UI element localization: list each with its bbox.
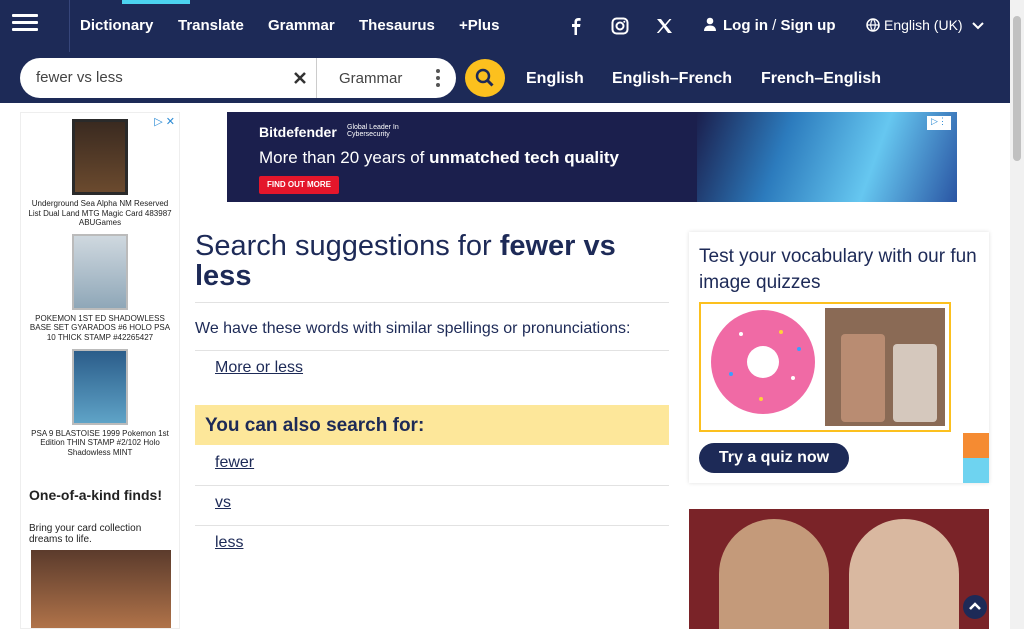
search-box xyxy=(20,58,316,98)
dictionary-selector-label: Grammar xyxy=(339,70,403,87)
left-advertisement[interactable]: ▷ ✕ Underground Sea Alpha NM Reserved Li… xyxy=(20,112,180,629)
ad-choices-icon[interactable]: ▷⋮ xyxy=(927,116,951,130)
ad-brand: Bitdefender xyxy=(259,124,337,140)
search-input[interactable] xyxy=(36,69,276,86)
clear-icon[interactable] xyxy=(290,68,310,88)
similar-words-intro: We have these words with similar spellin… xyxy=(195,320,631,337)
ad-promo-subtitle: Bring your card collection dreams to lif… xyxy=(29,523,142,545)
language-selector[interactable]: English (UK) xyxy=(866,17,985,33)
login-link[interactable]: Log in xyxy=(723,17,768,34)
dictionary-selector[interactable]: Grammar xyxy=(316,58,456,98)
ad-person-man xyxy=(719,519,829,629)
divider xyxy=(195,525,669,526)
nav-grammar[interactable]: Grammar xyxy=(268,17,335,34)
ad-headline-bold: unmatched tech quality xyxy=(429,148,619,167)
account-links: Log in / Sign up xyxy=(703,17,836,34)
nav-thesaurus[interactable]: Thesaurus xyxy=(359,17,435,34)
x-twitter-icon[interactable] xyxy=(654,17,674,35)
quiz-title: Test your vocabulary with our fun image … xyxy=(699,246,977,293)
divider xyxy=(195,485,669,486)
globe-icon xyxy=(866,18,880,32)
also-search-link[interactable]: fewer xyxy=(215,454,254,472)
divider xyxy=(195,302,669,303)
ad-headline-plain: More than 20 years of xyxy=(259,148,425,167)
pokemon-card-image xyxy=(72,233,128,310)
also-search-title: You can also search for: xyxy=(205,415,425,436)
ad-choices-icon[interactable]: ▷ ✕ xyxy=(154,115,175,128)
quiz-image[interactable] xyxy=(699,302,951,432)
ad-promo-image xyxy=(31,550,171,628)
quiz-image-donut-milkshake xyxy=(711,308,945,426)
nav-divider xyxy=(69,0,70,52)
back-to-top-button[interactable] xyxy=(963,595,987,619)
mtg-card-image xyxy=(72,119,128,195)
nav-plus[interactable]: +Plus xyxy=(459,17,499,34)
divider xyxy=(195,350,669,351)
signup-link[interactable]: Sign up xyxy=(781,17,836,34)
bottom-right-advertisement[interactable] xyxy=(689,509,989,629)
ad-banner-image xyxy=(697,112,957,202)
login-separator: / xyxy=(772,17,777,34)
ad-product-text: Underground Sea Alpha NM Reserved List D… xyxy=(28,199,172,228)
arrow-up-icon xyxy=(969,602,981,610)
nav-dictionary-label: Dictionary xyxy=(80,17,154,34)
ad-product[interactable]: POKEMON 1ST ED SHADOWLESS BASE SET GYARA… xyxy=(21,233,179,343)
tab-english[interactable]: English xyxy=(526,70,584,88)
also-search-link[interactable]: vs xyxy=(215,494,231,512)
nav-dictionary[interactable]: Dictionary xyxy=(80,0,190,34)
chevron-down-icon xyxy=(972,22,985,30)
ad-product[interactable]: PSA 9 BLASTOISE 1999 Pokemon 1st Edition… xyxy=(21,348,179,458)
page-title: Search suggestions for fewer vs less xyxy=(195,231,665,291)
search-icon xyxy=(475,68,494,87)
ad-headline: More than 20 years of unmatched tech qua… xyxy=(259,148,619,168)
scrollbar-thumb[interactable] xyxy=(1013,16,1021,161)
pokemon-card-image xyxy=(72,348,128,425)
top-nav-bar: Dictionary Translate Grammar Thesaurus +… xyxy=(0,0,1010,52)
search-button[interactable] xyxy=(465,59,505,97)
tab-french-english[interactable]: French–English xyxy=(761,70,881,88)
page-title-prefix: Search suggestions for xyxy=(195,230,492,262)
user-icon xyxy=(704,17,716,31)
menu-icon[interactable] xyxy=(12,10,38,36)
facebook-icon[interactable] xyxy=(566,17,586,35)
ad-product[interactable]: Underground Sea Alpha NM Reserved List D… xyxy=(21,119,179,228)
tab-english-french[interactable]: English–French xyxy=(612,70,732,88)
ad-product-text: PSA 9 BLASTOISE 1999 Pokemon 1st Edition… xyxy=(31,428,169,457)
quiz-widget: Test your vocabulary with our fun image … xyxy=(689,232,989,483)
feedback-button[interactable] xyxy=(963,433,989,458)
ad-product-text: POKEMON 1ST ED SHADOWLESS BASE SET GYARA… xyxy=(29,313,171,342)
also-search-header: You can also search for: xyxy=(195,405,669,445)
also-search-link[interactable]: less xyxy=(215,534,243,552)
instagram-icon[interactable] xyxy=(610,17,630,35)
nav-translate[interactable]: Translate xyxy=(178,17,244,34)
language-label: English (UK) xyxy=(884,17,963,33)
scrollbar[interactable] xyxy=(1010,0,1024,629)
ad-promo-title: One-of-a-kind finds! xyxy=(29,487,162,503)
ad-cta-button[interactable]: FIND OUT MORE xyxy=(259,176,339,194)
active-nav-indicator xyxy=(122,0,190,4)
share-button[interactable] xyxy=(963,458,989,483)
top-banner-advertisement[interactable]: Bitdefender Global Leader In Cybersecuri… xyxy=(227,112,957,202)
suggestion-link[interactable]: More or less xyxy=(215,359,303,377)
ad-brand-tagline: Global Leader In Cybersecurity xyxy=(347,124,399,138)
more-options-icon xyxy=(436,69,440,87)
try-quiz-button[interactable]: Try a quiz now xyxy=(699,443,849,473)
ad-person-woman xyxy=(849,519,959,629)
